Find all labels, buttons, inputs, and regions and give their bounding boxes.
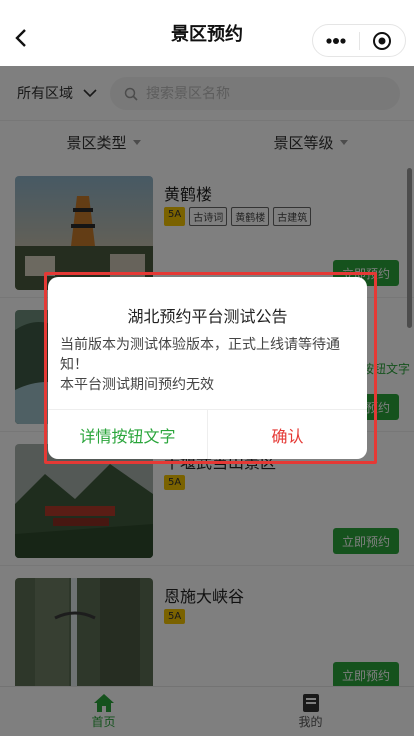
dialog-body: 当前版本为测试体验版本，正式上线请等待通知！ 本平台测试期间预约无效 bbox=[60, 335, 358, 395]
dialog-body-line: 本平台测试期间预约无效 bbox=[60, 377, 214, 393]
announcement-dialog: 湖北预约平台测试公告 当前版本为测试体验版本，正式上线请等待通知！ 本平台测试期… bbox=[48, 277, 367, 459]
confirm-button[interactable]: 确认 bbox=[208, 410, 367, 459]
back-arrow-icon[interactable] bbox=[10, 26, 34, 50]
mini-program-capsule bbox=[312, 24, 406, 57]
nav-bar: 景区预约 bbox=[0, 0, 414, 66]
close-mini-program-icon[interactable] bbox=[360, 25, 406, 56]
dialog-actions: 详情按钮文字 确认 bbox=[48, 409, 367, 459]
dialog-body-line: 当前版本为测试体验版本，正式上线请等待通知！ bbox=[60, 337, 340, 373]
page-title: 景区预约 bbox=[171, 24, 243, 45]
details-button[interactable]: 详情按钮文字 bbox=[48, 410, 208, 459]
more-menu-icon[interactable] bbox=[313, 25, 359, 56]
dialog-title: 湖北预约平台测试公告 bbox=[127, 307, 288, 326]
